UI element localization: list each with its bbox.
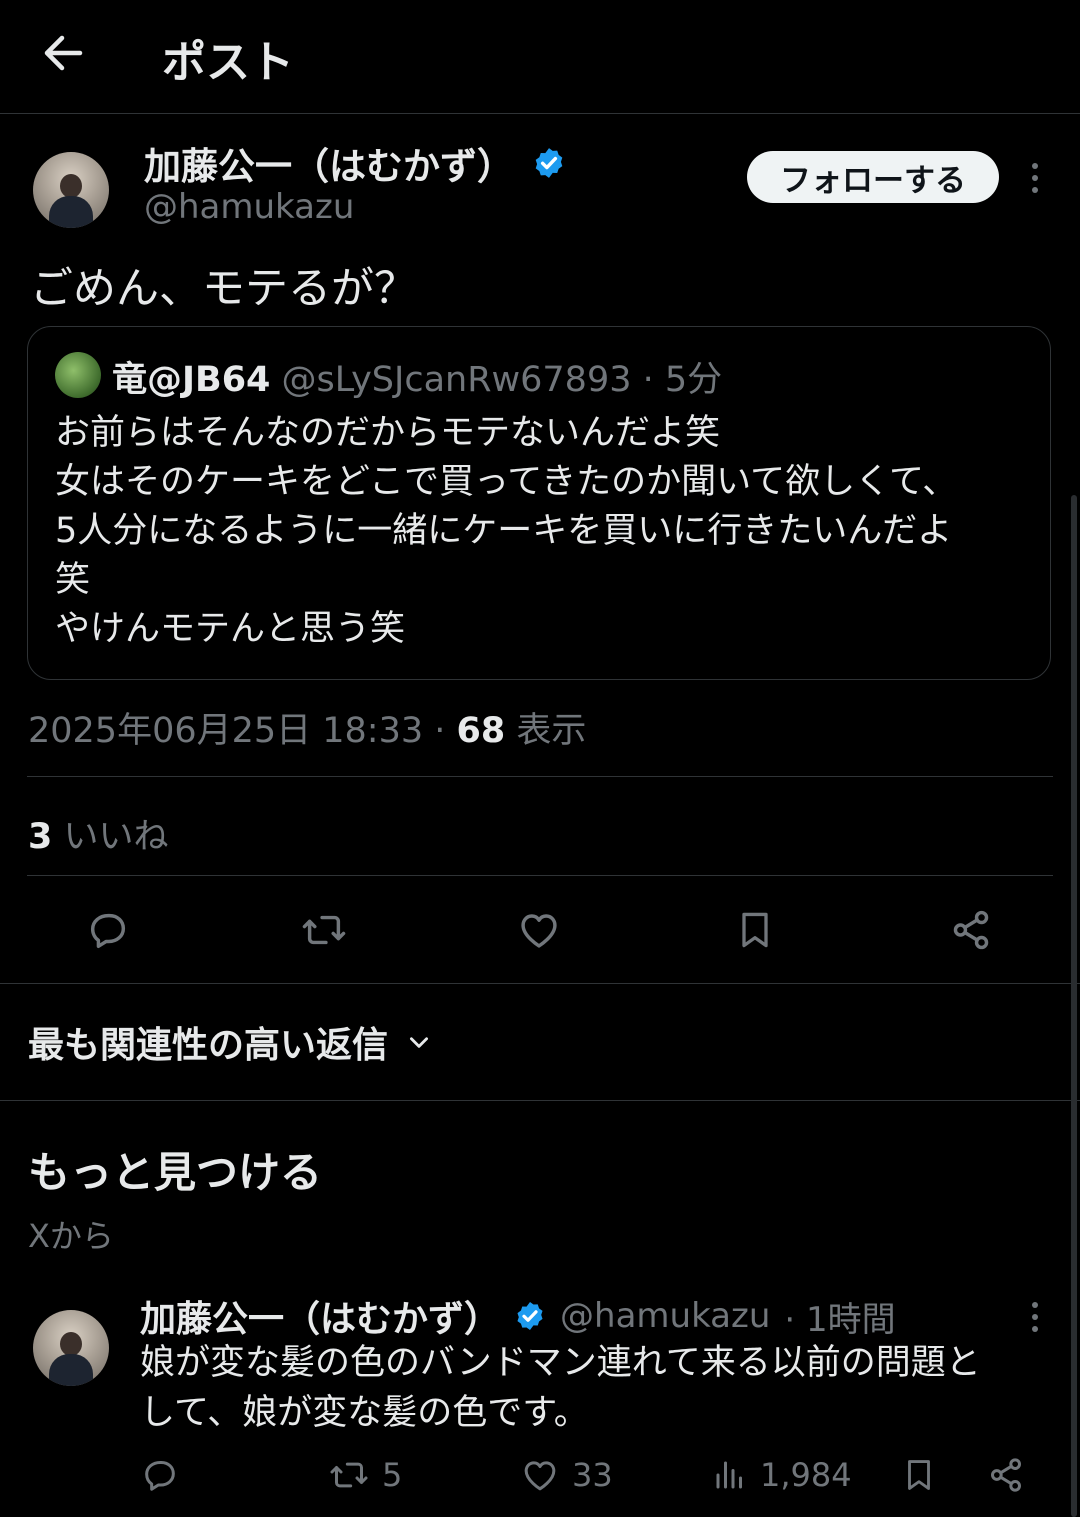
- related-time: · 1時間: [784, 1299, 896, 1340]
- header-divider: [0, 113, 1080, 114]
- verified-badge-icon: [517, 1302, 543, 1330]
- related-header[interactable]: 加藤公一（はむかず） @hamukazu · 1時間: [140, 1292, 896, 1340]
- likes-label: いいね: [63, 817, 169, 857]
- reply-icon: [145, 1461, 175, 1491]
- share-icon: [953, 910, 989, 950]
- related-text-line: して、娘が変な髪の色です。: [140, 1393, 589, 1433]
- replies-sort-label: 最も関連性の高い返信: [28, 1025, 389, 1066]
- views-count: 1,984: [760, 1456, 852, 1494]
- discover-title: もっと見つける: [28, 1148, 323, 1197]
- heart-icon: [524, 1461, 556, 1491]
- quote-line: 女はそのケーキをどこで買ってきたのか聞いて欲しくて、: [55, 462, 958, 502]
- likes-count: 3: [28, 817, 53, 857]
- quote-header: 竜@JB64 @sLySJcanRw67893 · 5分: [112, 351, 722, 402]
- bookmark-icon: [742, 912, 768, 948]
- meta-divider: [27, 776, 1053, 777]
- back-button[interactable]: [40, 30, 86, 76]
- related-reply-button[interactable]: [140, 1455, 180, 1495]
- verified-badge-icon: [535, 148, 563, 178]
- related-more-button[interactable]: [1024, 1300, 1046, 1334]
- quote-avatar: [55, 352, 101, 398]
- retweet-count: 5: [382, 1456, 403, 1494]
- quote-line: やけんモテんと思う笑: [55, 609, 406, 649]
- bookmark-button[interactable]: [733, 907, 777, 953]
- actions-divider: [0, 983, 1080, 984]
- related-like-button[interactable]: 33: [520, 1455, 613, 1495]
- quote-time: · 5分: [642, 360, 723, 400]
- likes-divider: [27, 875, 1053, 876]
- more-vertical-icon: [1032, 1302, 1038, 1332]
- author-handle[interactable]: @hamukazu: [144, 187, 354, 227]
- discover-subtitle: Xから: [28, 1217, 114, 1255]
- quote-author-name: 竜@JB64: [112, 360, 271, 400]
- repost-icon: [302, 915, 346, 945]
- post-text: ごめん、モテるが？: [30, 264, 417, 314]
- author-name-row[interactable]: 加藤公一（はむかず）: [144, 138, 566, 188]
- related-repost-button[interactable]: 5: [328, 1455, 402, 1495]
- reply-icon: [90, 913, 126, 949]
- like-count: 33: [572, 1456, 613, 1494]
- related-views-button[interactable]: 1,984: [712, 1455, 852, 1495]
- related-avatar[interactable]: [33, 1310, 109, 1386]
- quote-line: 5人分になるように一緒にケーキを買いに行きたいんだよ: [55, 511, 953, 551]
- bookmark-icon: [908, 1460, 930, 1490]
- quote-line: 笑: [55, 560, 91, 600]
- quote-author-handle: @sLySJcanRw67893: [281, 360, 632, 400]
- related-share-button[interactable]: [986, 1455, 1026, 1495]
- chevron-down-icon: [410, 1037, 429, 1048]
- page-title: ポスト: [162, 37, 294, 88]
- reply-button[interactable]: [85, 907, 131, 953]
- follow-button[interactable]: フォローする: [747, 151, 999, 203]
- quote-text: お前らはそんなのだからモテないんだよ笑 女はそのケーキをどこで買ってきたのか聞い…: [55, 409, 957, 654]
- related-post-text: 娘が変な髪の色のバンドマン連れて来る以前の問題と して、娘が変な髪の色です。: [140, 1338, 981, 1438]
- arrow-left-icon: [44, 35, 83, 71]
- quoted-post[interactable]: 竜@JB64 @sLySJcanRw67893 · 5分 お前らはそんなのだから…: [27, 326, 1051, 680]
- views-label: 表示: [516, 711, 587, 751]
- related-author-handle[interactable]: @hamukazu: [560, 1296, 770, 1336]
- related-author-name[interactable]: 加藤公一（はむかず）: [140, 1290, 500, 1342]
- related-text-line: 娘が変な髪の色のバンドマン連れて来る以前の問題と: [140, 1343, 981, 1383]
- likes-summary[interactable]: 3 いいね: [28, 808, 169, 859]
- analytics-icon: [716, 1461, 742, 1489]
- more-options-button[interactable]: [1024, 160, 1046, 196]
- author-name[interactable]: 加藤公一（はむかず）: [144, 136, 514, 190]
- repost-icon: [330, 1462, 368, 1488]
- share-button[interactable]: [948, 907, 994, 953]
- share-icon: [991, 1458, 1021, 1492]
- post-timestamp[interactable]: 2025年06月25日 18:33 ·: [28, 711, 445, 751]
- like-button[interactable]: [516, 907, 562, 953]
- heart-icon: [521, 914, 557, 948]
- quote-line: お前らはそんなのだからモテないんだよ笑: [55, 413, 721, 453]
- sort-divider: [0, 1100, 1080, 1101]
- avatar[interactable]: [33, 152, 109, 228]
- scrollbar-thumb[interactable]: [1071, 495, 1077, 1517]
- replies-sort-dropdown[interactable]: 最も関連性の高い返信: [28, 1016, 432, 1068]
- repost-button[interactable]: [300, 907, 348, 953]
- views-count: 68: [456, 711, 506, 751]
- post-meta: 2025年06月25日 18:33 · 68 表示: [28, 702, 586, 753]
- more-vertical-icon: [1032, 163, 1038, 193]
- related-bookmark-button[interactable]: [900, 1455, 938, 1495]
